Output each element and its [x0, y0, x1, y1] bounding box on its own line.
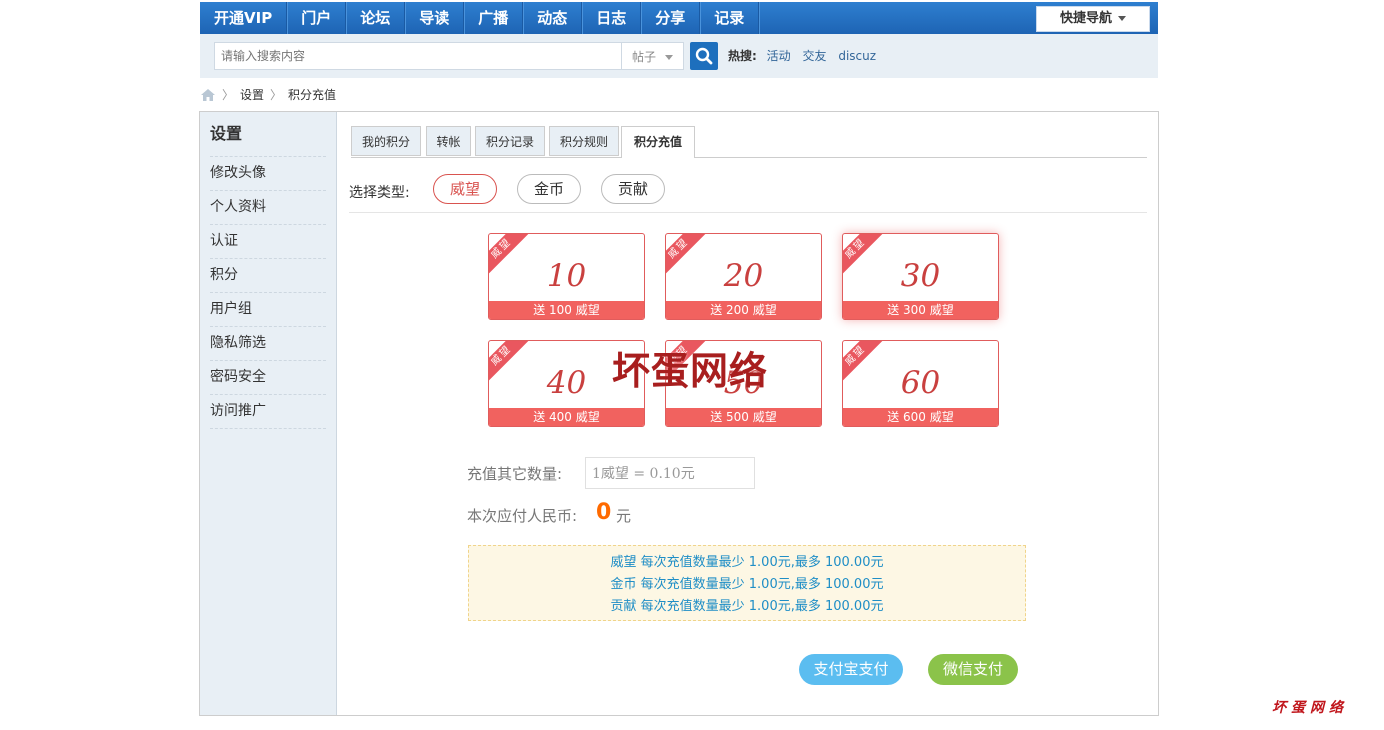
type-select-label: 选择类型:: [349, 185, 410, 201]
nav-item-portal[interactable]: 门户: [287, 2, 347, 34]
hot-search-item[interactable]: discuz: [838, 49, 876, 63]
breadcrumb: 〉 设置 〉 积分充值: [200, 86, 336, 104]
type-option-prestige[interactable]: 威望: [433, 174, 497, 204]
sidebar-item-privacy[interactable]: 隐私筛选: [210, 326, 326, 360]
corner-watermark: 坏蛋网络: [1272, 700, 1348, 716]
search-input[interactable]: [214, 42, 622, 70]
recharge-notes: 威望 每次充值数量最少 1.00元,最多 100.00元 金币 每次充值数量最少…: [468, 545, 1026, 621]
nav-item-guide[interactable]: 导读: [405, 2, 465, 34]
hot-search-label: 热搜:: [728, 49, 757, 63]
card-bonus: 送 600 威望: [843, 408, 998, 426]
breadcrumb-current: 积分充值: [288, 88, 337, 102]
other-amount-input[interactable]: 1威望 = 0.10元: [585, 457, 755, 489]
payment-amount: 0: [596, 500, 612, 525]
tab-my-credits[interactable]: 我的积分: [351, 126, 421, 156]
hot-search-item[interactable]: 活动: [767, 49, 791, 63]
sidebar-title: 设置: [210, 124, 243, 143]
payment-label: 本次应付人民币:: [467, 507, 578, 525]
type-option-contribution[interactable]: 贡献: [601, 174, 665, 204]
breadcrumb-settings[interactable]: 设置: [240, 86, 264, 104]
search-bar: 帖子 热搜: 活动 交友 discuz: [200, 34, 1158, 78]
other-amount-label: 充值其它数量:: [467, 465, 563, 483]
hot-search-item[interactable]: 交友: [802, 49, 826, 63]
note-line: 威望 每次充值数量最少 1.00元,最多 100.00元: [610, 555, 884, 570]
card-bonus: 送 400 威望: [489, 408, 644, 426]
sidebar-item-promotion[interactable]: 访问推广: [210, 394, 326, 429]
card-amount: 10: [546, 258, 587, 294]
sidebar-item-usergroup[interactable]: 用户组: [210, 292, 326, 326]
card-amount: 40: [546, 365, 587, 401]
search-icon: [695, 47, 713, 65]
home-icon[interactable]: [200, 88, 216, 102]
note-line: 贡献 每次充值数量最少 1.00元,最多 100.00元: [610, 599, 884, 614]
hot-search: 热搜: 活动 交友 discuz: [728, 42, 884, 70]
card-bonus: 送 200 威望: [666, 301, 821, 319]
chevron-down-icon: [1118, 16, 1126, 21]
sidebar-item-avatar[interactable]: 修改头像: [210, 156, 326, 190]
search-type-select[interactable]: 帖子: [622, 42, 684, 70]
quick-nav-label: 快捷导航: [1059, 11, 1112, 26]
sidebar-item-verify[interactable]: 认证: [210, 224, 326, 258]
nav-item-broadcast[interactable]: 广播: [464, 2, 524, 34]
tab-credit-recharge[interactable]: 积分充值: [621, 126, 695, 158]
recharge-card-40[interactable]: 威望 40 送 400 威望: [488, 340, 645, 427]
sidebar-item-credits[interactable]: 积分: [210, 258, 326, 292]
nav-item-blog[interactable]: 日志: [582, 2, 642, 34]
sidebar-item-profile[interactable]: 个人资料: [210, 190, 326, 224]
breadcrumb-separator-icon: 〉: [222, 88, 235, 102]
nav-item-feed[interactable]: 动态: [523, 2, 583, 34]
wechat-pay-button[interactable]: 微信支付: [928, 654, 1018, 685]
nav-item-vip[interactable]: 开通VIP: [200, 2, 288, 34]
nav-item-doing[interactable]: 记录: [700, 2, 760, 34]
nav-item-share[interactable]: 分享: [641, 2, 701, 34]
tab-bar: 我的积分 转帐 积分记录 积分规则 积分充值: [351, 126, 1147, 158]
card-bonus: 送 300 威望: [843, 301, 998, 319]
search-type-label: 帖子: [632, 50, 657, 64]
other-amount-placeholder: 1威望 = 0.10元: [592, 466, 695, 482]
card-bonus: 送 100 威望: [489, 301, 644, 319]
type-option-gold[interactable]: 金币: [517, 174, 581, 204]
card-amount: 60: [900, 365, 941, 401]
card-amount: 50: [723, 365, 764, 401]
recharge-card-10[interactable]: 威望 10 送 100 威望: [488, 233, 645, 320]
card-bonus: 送 500 威望: [666, 408, 821, 426]
quick-nav-button[interactable]: 快捷导航: [1036, 6, 1150, 32]
recharge-card-30[interactable]: 威望 30 送 300 威望: [842, 233, 999, 320]
card-amount: 30: [900, 258, 941, 294]
tab-credit-log[interactable]: 积分记录: [475, 126, 545, 156]
recharge-card-20[interactable]: 威望 20 送 200 威望: [665, 233, 822, 320]
alipay-button[interactable]: 支付宝支付: [799, 654, 903, 685]
recharge-card-60[interactable]: 威望 60 送 600 威望: [842, 340, 999, 427]
type-select-row: 选择类型: 威望 金币 贡献: [349, 174, 1147, 213]
chevron-down-icon: [665, 55, 673, 60]
search-button[interactable]: [690, 42, 718, 70]
tab-transfer[interactable]: 转帐: [426, 126, 471, 156]
tab-credit-rules[interactable]: 积分规则: [549, 126, 619, 156]
card-amount: 20: [723, 258, 764, 294]
sidebar: 设置 修改头像 个人资料 认证 积分 用户组 隐私筛选 密码安全 访问推广: [200, 112, 337, 715]
top-nav: 开通VIP 门户 论坛 导读 广播 动态 日志 分享 记录 快捷导航: [200, 2, 1158, 34]
nav-item-forum[interactable]: 论坛: [346, 2, 406, 34]
payment-unit: 元: [616, 507, 632, 525]
recharge-card-50[interactable]: 威望 50 送 500 威望: [665, 340, 822, 427]
sidebar-item-password[interactable]: 密码安全: [210, 360, 326, 394]
note-line: 金币 每次充值数量最少 1.00元,最多 100.00元: [610, 577, 884, 592]
nav-items: 开通VIP 门户 论坛 导读 广播 动态 日志 分享 记录: [200, 2, 760, 34]
breadcrumb-separator-icon: 〉: [270, 88, 283, 102]
